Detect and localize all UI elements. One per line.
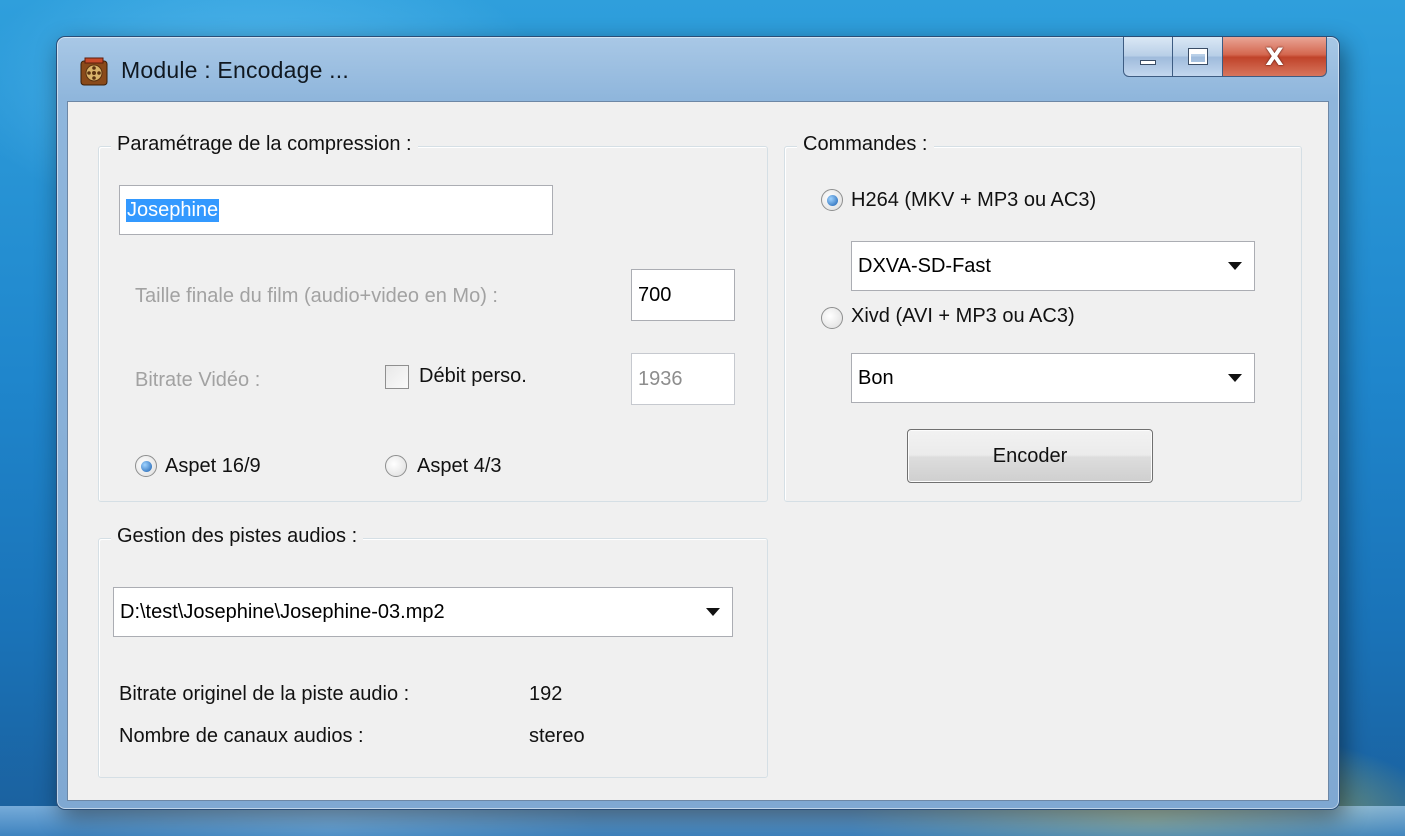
window-client-area: Paramétrage de la compression : Josephin… [67,101,1329,801]
minimize-button[interactable] [1123,37,1173,77]
audio-track-select[interactable]: D:\test\Josephine\Josephine-03.mp2 [113,587,733,637]
h264-radio[interactable] [821,189,843,211]
commands-group: Commandes : H264 (MKV + MP3 ou AC3) DXVA… [784,133,1302,502]
maximize-icon [1187,48,1208,65]
close-icon: X [1265,42,1284,71]
radio-selected-dot [826,194,838,206]
h264-preset-value: DXVA-SD-Fast [858,254,991,277]
commands-group-label: Commandes : [797,133,934,156]
audio-channels-label: Nombre de canaux audios : [119,725,364,747]
chevron-down-icon[interactable] [1228,374,1242,382]
audio-group-label: Gestion des pistes audios : [111,525,364,548]
xvid-preset-select[interactable]: Bon [851,353,1255,403]
compression-group-label: Paramétrage de la compression : [111,133,418,156]
title-bar[interactable]: Module : Encodage ... X [57,37,1339,101]
final-size-input[interactable]: 700 [631,269,735,321]
window-title: Module : Encodage ... [121,57,349,83]
xvid-preset-value: Bon [858,366,894,389]
h264-preset-select[interactable]: DXVA-SD-Fast [851,241,1255,291]
final-size-label: Taille finale du film (audio+video en Mo… [135,285,498,307]
film-reel-icon [80,57,108,86]
minimize-icon [1140,60,1156,65]
close-button[interactable]: X [1223,37,1327,77]
aspect-4-3-label[interactable]: Aspet 4/3 [417,455,502,478]
output-name-value: Josephine [126,198,220,222]
xvid-radio[interactable] [821,307,843,329]
audio-group: Gestion des pistes audios : D:\test\Jose… [98,525,768,778]
radio-selected-dot [140,460,152,472]
h264-label[interactable]: H264 (MKV + MP3 ou AC3) [851,189,1096,212]
encode-button[interactable]: Encoder [907,429,1153,483]
video-bitrate-input[interactable]: 1936 [631,353,735,405]
video-bitrate-label: Bitrate Vidéo : [135,369,261,391]
compression-group: Paramétrage de la compression : Josephin… [98,133,768,502]
aspect-16-9-radio[interactable] [135,455,157,477]
aspect-4-3-radio[interactable] [385,455,407,477]
maximize-button[interactable] [1173,37,1223,77]
custom-bitrate-checkbox[interactable] [385,365,409,389]
audio-channels-value: stereo [529,725,585,747]
chevron-down-icon[interactable] [706,608,720,616]
caption-buttons: X [1123,37,1327,77]
xvid-label[interactable]: Xivd (AVI + MP3 ou AC3) [851,305,1075,328]
audio-track-value: D:\test\Josephine\Josephine-03.mp2 [120,600,445,623]
original-bitrate-value: 192 [529,683,563,705]
original-bitrate-label: Bitrate originel de la piste audio : [119,683,410,705]
output-name-input[interactable]: Josephine [119,185,553,235]
aspect-16-9-label[interactable]: Aspet 16/9 [165,455,261,478]
taskbar [0,806,1405,836]
encoding-window: Module : Encodage ... X Paramétrage de l… [56,36,1340,810]
chevron-down-icon[interactable] [1228,262,1242,270]
custom-bitrate-label[interactable]: Débit perso. [419,365,527,388]
